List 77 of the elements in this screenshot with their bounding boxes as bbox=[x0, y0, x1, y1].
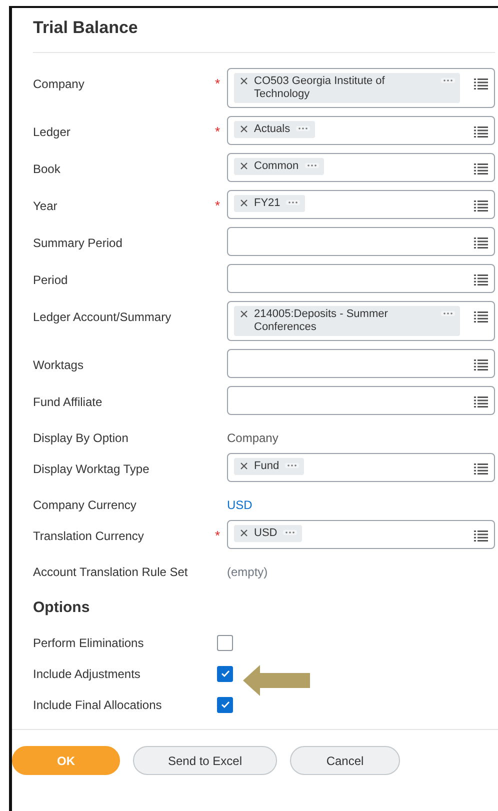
option-label: Include Adjustments bbox=[33, 666, 142, 680]
check-icon bbox=[220, 670, 230, 677]
field-label: Display By Option bbox=[33, 430, 130, 445]
list-icon[interactable] bbox=[474, 359, 488, 371]
list-icon[interactable] bbox=[474, 274, 488, 286]
prompt-field[interactable] bbox=[227, 386, 495, 415]
prompt-field[interactable]: CO503 Georgia Institute of Technology bbox=[227, 68, 495, 108]
list-icon[interactable] bbox=[474, 396, 488, 408]
list-icon[interactable] bbox=[474, 163, 488, 175]
field-label: Translation Currency bbox=[33, 528, 145, 543]
option-label: Perform Eliminations bbox=[33, 636, 145, 650]
prompt-field[interactable]: Common bbox=[227, 153, 495, 182]
list-icon[interactable] bbox=[474, 463, 488, 475]
section-heading: Options bbox=[33, 599, 91, 617]
list-icon[interactable] bbox=[474, 237, 488, 249]
field-label: Display Worktag Type bbox=[33, 461, 150, 476]
prompt-field[interactable]: Actuals bbox=[227, 116, 495, 145]
more-icon[interactable] bbox=[441, 78, 455, 83]
prompt-field[interactable] bbox=[227, 227, 495, 256]
field-label: Book bbox=[33, 161, 62, 176]
remove-icon[interactable] bbox=[240, 125, 248, 133]
more-icon[interactable] bbox=[285, 463, 300, 468]
required-mark: * bbox=[215, 75, 222, 90]
more-icon[interactable] bbox=[296, 126, 310, 131]
remove-icon[interactable] bbox=[240, 462, 248, 470]
cancel-button[interactable]: Cancel bbox=[290, 746, 400, 775]
currency-link[interactable]: USD bbox=[227, 490, 495, 512]
empty-value: (empty) bbox=[227, 564, 269, 579]
list-icon[interactable] bbox=[474, 78, 488, 90]
prompt-field[interactable] bbox=[227, 264, 495, 293]
prompt-field[interactable]: Fund bbox=[227, 453, 495, 482]
chip-text: Actuals bbox=[254, 123, 290, 136]
field-label: Period bbox=[33, 272, 69, 287]
list-icon[interactable] bbox=[474, 311, 488, 323]
arrow-icon bbox=[243, 665, 311, 696]
prompt-field[interactable]: 214005:Deposits - Summer Conferences bbox=[227, 301, 495, 341]
list-icon[interactable] bbox=[474, 126, 488, 138]
required-mark: * bbox=[215, 123, 222, 138]
list-icon[interactable] bbox=[474, 200, 488, 212]
chip-text: Fund bbox=[254, 460, 280, 473]
chip-text: USD bbox=[254, 527, 278, 540]
required-mark: * bbox=[215, 197, 222, 212]
more-icon[interactable] bbox=[286, 200, 300, 205]
field-label: Summary Period bbox=[33, 235, 124, 250]
more-icon[interactable] bbox=[283, 530, 298, 535]
more-icon[interactable] bbox=[304, 163, 319, 168]
field-label: Company Currency bbox=[33, 497, 138, 512]
export-button[interactable]: Send to Excel bbox=[133, 746, 277, 775]
prompt-field[interactable]: FY21 bbox=[227, 190, 495, 219]
prompt-field[interactable]: USD bbox=[227, 520, 495, 549]
required-mark: * bbox=[215, 527, 222, 542]
field-label: Worktags bbox=[33, 357, 84, 372]
remove-icon[interactable] bbox=[240, 77, 248, 85]
field-label: Ledger Account/Summary bbox=[33, 309, 172, 324]
checkbox[interactable] bbox=[217, 634, 233, 650]
chip-text: Common bbox=[254, 160, 299, 173]
field-label: Year bbox=[33, 198, 58, 213]
checkbox[interactable] bbox=[217, 666, 233, 682]
remove-icon[interactable] bbox=[240, 529, 248, 537]
chip-text: FY21 bbox=[254, 197, 280, 210]
field-label: Company bbox=[33, 76, 86, 91]
remove-icon[interactable] bbox=[240, 162, 248, 170]
checkbox[interactable] bbox=[217, 696, 233, 712]
field-value: Company bbox=[227, 430, 280, 445]
field-label: Ledger bbox=[33, 124, 72, 139]
page-title: Trial Balance bbox=[33, 18, 139, 38]
prompt-field[interactable] bbox=[227, 349, 495, 378]
chip-text: CO503 Georgia Institute of Technology bbox=[254, 75, 386, 101]
field-label: Fund Affiliate bbox=[33, 394, 104, 409]
field-label: Account Translation Rule Set bbox=[33, 564, 189, 579]
remove-icon[interactable] bbox=[240, 310, 248, 318]
check-icon bbox=[220, 701, 230, 708]
option-label: Include Final Allocations bbox=[33, 698, 163, 712]
list-icon[interactable] bbox=[474, 530, 488, 542]
chip-text: 214005:Deposits - Summer Conferences bbox=[254, 308, 389, 334]
more-icon[interactable] bbox=[441, 311, 455, 316]
remove-icon[interactable] bbox=[240, 199, 248, 207]
